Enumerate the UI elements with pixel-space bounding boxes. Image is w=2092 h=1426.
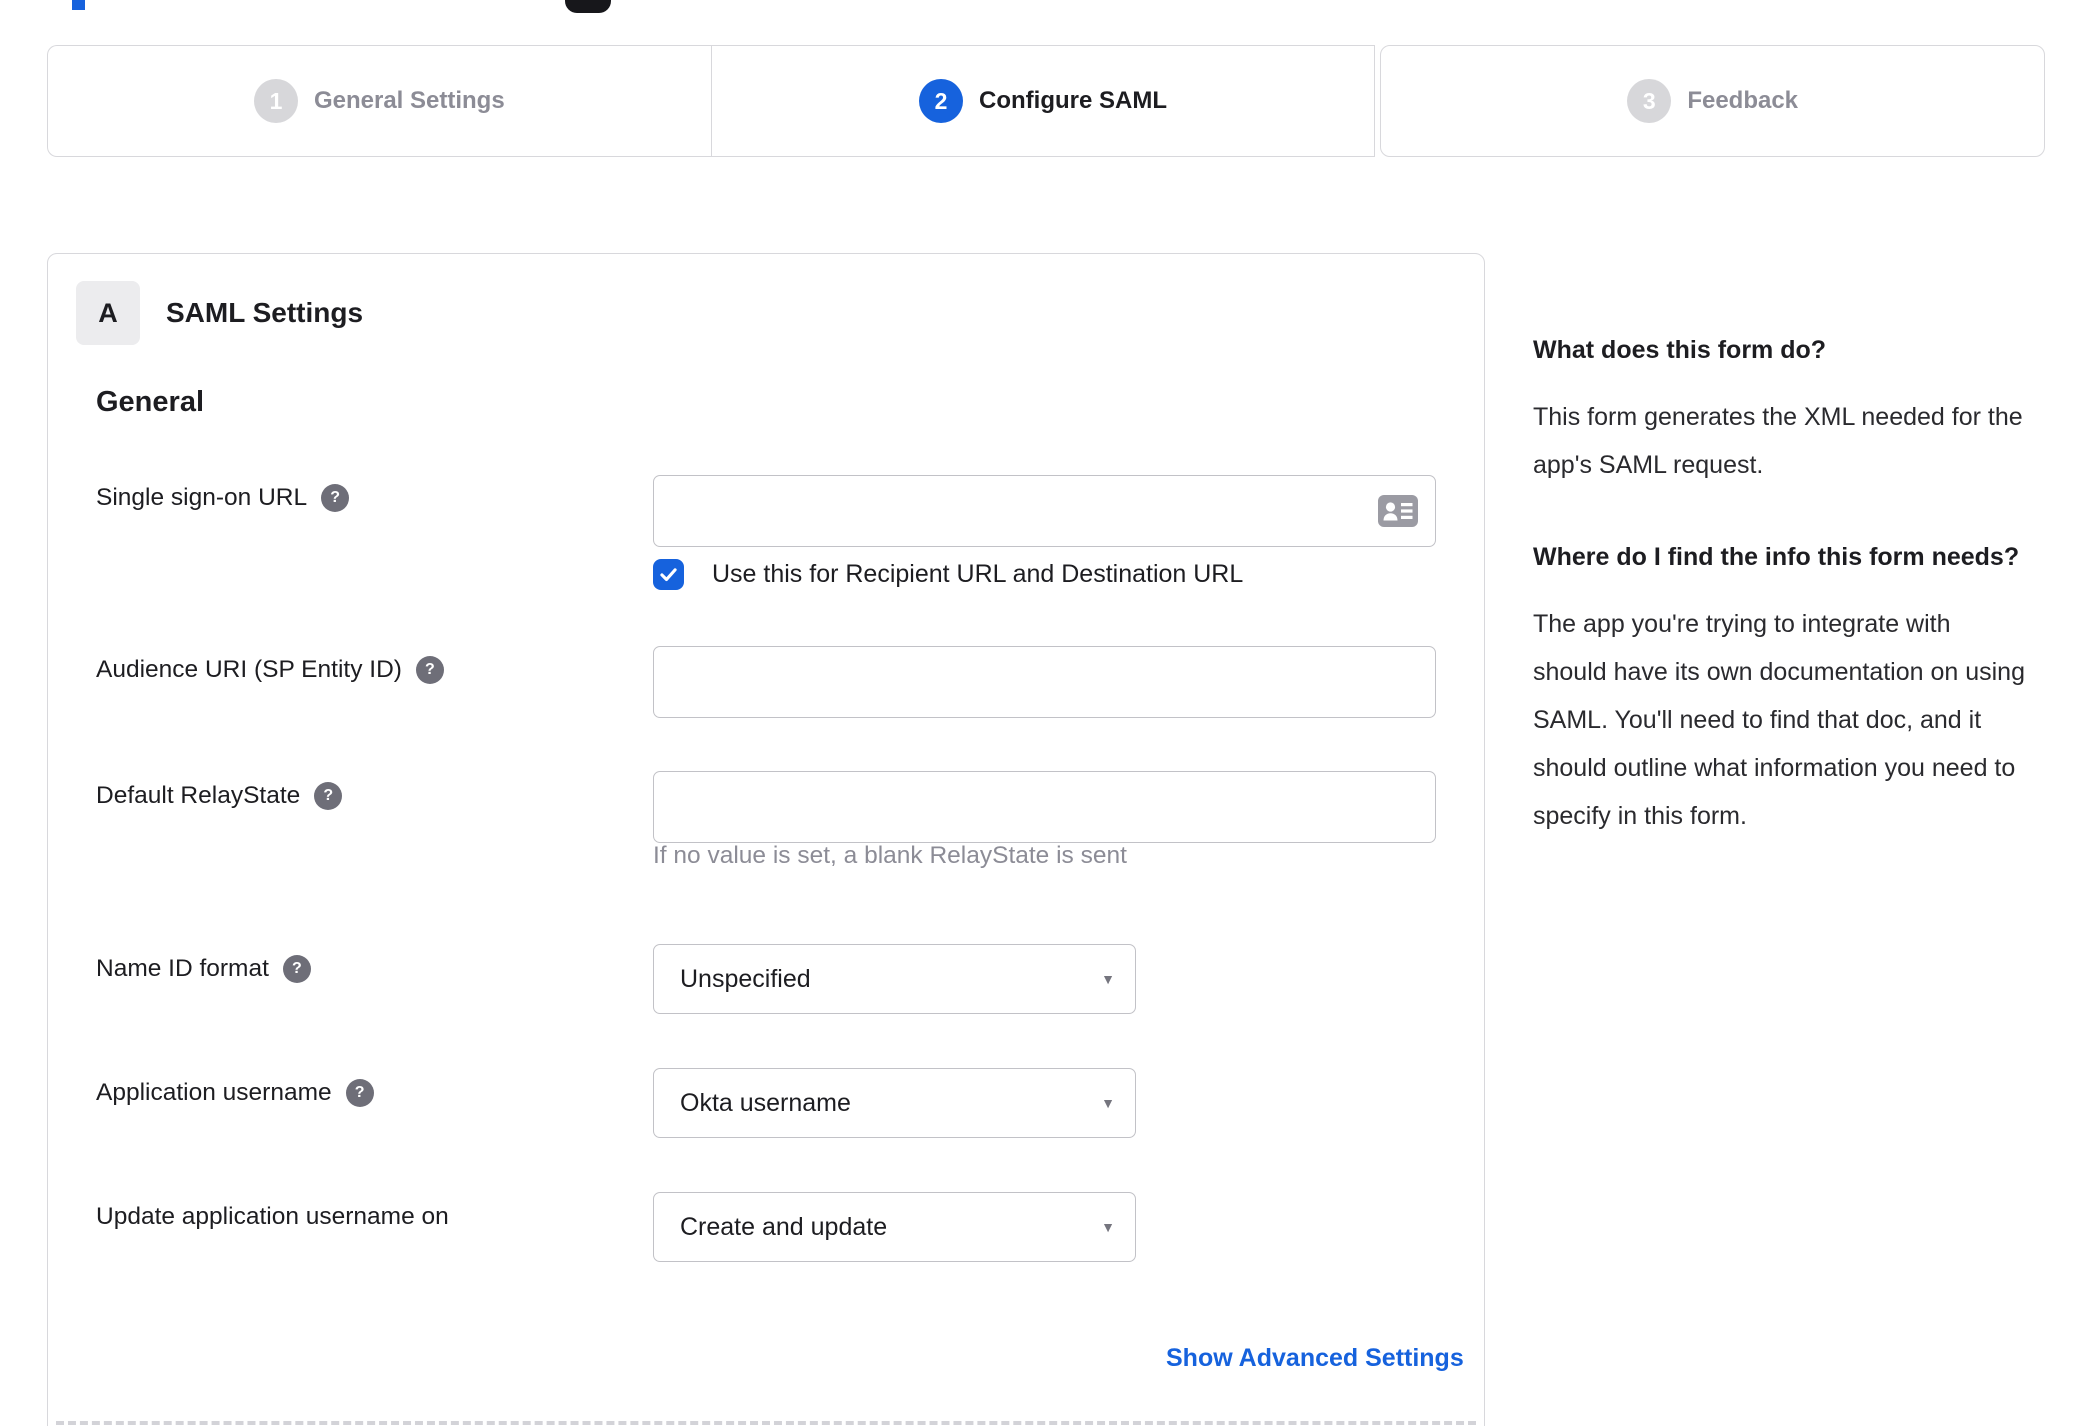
audience-uri-input[interactable]	[653, 646, 1436, 718]
step-feedback[interactable]: 3 Feedback	[1380, 45, 2046, 157]
recipient-url-checkbox[interactable]	[653, 559, 684, 590]
saml-settings-panel: A SAML Settings General Single sign-on U…	[47, 253, 1485, 1426]
step-number-badge: 3	[1627, 79, 1672, 123]
audience-uri-label: Audience URI (SP Entity ID) ?	[96, 656, 444, 684]
update-app-username-label: Update application username on	[96, 1203, 449, 1230]
help-icon[interactable]: ?	[345, 1079, 374, 1107]
help-sidebar: What does this form do? This form genera…	[1533, 326, 2030, 840]
nameid-format-select[interactable]: Unspecified ▼	[653, 944, 1136, 1014]
chevron-down-icon: ▼	[1101, 1095, 1115, 1111]
section-a-badge: A	[76, 281, 140, 345]
relaystate-label: Default RelayState ?	[96, 782, 343, 810]
app-username-select[interactable]: Okta username ▼	[653, 1068, 1136, 1138]
clipped-title-fragment	[565, 0, 611, 13]
clipped-link-fragment	[72, 0, 85, 10]
step-number-badge: 1	[253, 79, 298, 123]
step-label: General Settings	[313, 87, 505, 114]
step-label: Feedback	[1687, 87, 1799, 114]
wizard-stepper: 1 General Settings 2 Configure SAML 3 Fe…	[47, 45, 2046, 157]
help-question-1: What does this form do?	[1533, 336, 1827, 364]
section-dashed-divider	[56, 1421, 1476, 1425]
sso-url-label: Single sign-on URL ?	[96, 484, 350, 512]
relaystate-hint: If no value is set, a blank RelayState i…	[653, 842, 1127, 869]
general-section-title: General	[96, 386, 204, 418]
contact-card-icon	[1378, 495, 1418, 527]
configure-saml-screen: 1 General Settings 2 Configure SAML 3 Fe…	[0, 0, 2092, 1426]
chevron-down-icon: ▼	[1101, 971, 1115, 987]
step-label: Configure SAML	[979, 87, 1167, 114]
recipient-url-checkbox-row: Use this for Recipient URL and Destinati…	[653, 559, 1243, 590]
update-app-username-select[interactable]: Create and update ▼	[653, 1192, 1136, 1262]
recipient-url-checkbox-label: Use this for Recipient URL and Destinati…	[712, 560, 1244, 588]
help-answer-1: This form generates the XML needed for t…	[1533, 403, 2023, 479]
nameid-format-label: Name ID format ?	[96, 955, 311, 983]
help-icon[interactable]: ?	[314, 782, 343, 810]
show-advanced-settings-link[interactable]: Show Advanced Settings	[1166, 1344, 1464, 1373]
step-configure-saml[interactable]: 2 Configure SAML	[710, 45, 1376, 157]
sso-url-input[interactable]	[653, 475, 1436, 547]
relaystate-input[interactable]	[653, 771, 1436, 843]
step-number-badge: 2	[919, 79, 964, 123]
panel-title: SAML Settings	[166, 297, 364, 328]
help-icon[interactable]: ?	[321, 484, 350, 512]
help-answer-2: The app you're trying to integrate with …	[1533, 610, 2025, 830]
chevron-down-icon: ▼	[1101, 1219, 1115, 1235]
help-icon[interactable]: ?	[282, 955, 311, 983]
help-question-2: Where do I find the info this form needs…	[1533, 543, 2020, 571]
app-username-label: Application username ?	[96, 1079, 374, 1107]
checkmark-icon	[660, 568, 677, 582]
help-icon[interactable]: ?	[415, 656, 444, 684]
step-general-settings[interactable]: 1 General Settings	[47, 45, 711, 157]
